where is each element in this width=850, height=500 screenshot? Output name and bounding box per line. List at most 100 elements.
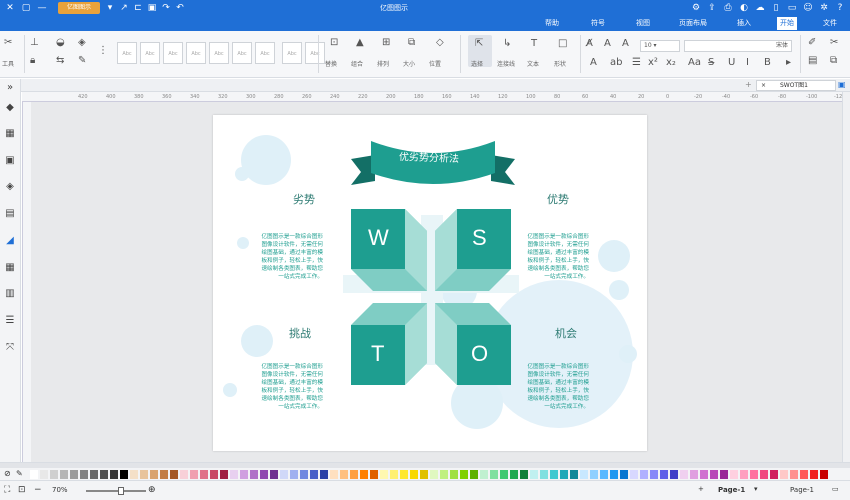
style-preset-1[interactable]: Abc <box>117 42 137 64</box>
color-swatch[interactable] <box>110 470 118 479</box>
document-tab[interactable]: × SWOT图1 <box>756 80 836 91</box>
color-swatch[interactable] <box>540 470 548 479</box>
color-swatch[interactable] <box>670 470 678 479</box>
list-icon[interactable]: ☰ <box>632 57 641 69</box>
zoom-slider[interactable] <box>86 490 146 492</box>
zoom-slider-handle[interactable] <box>118 487 124 495</box>
color-swatch[interactable] <box>510 470 518 479</box>
color-swatch[interactable] <box>420 470 428 479</box>
color-swatch[interactable] <box>250 470 258 479</box>
color-swatch[interactable] <box>240 470 248 479</box>
color-swatch[interactable] <box>470 470 478 479</box>
help-icon[interactable]: ? <box>834 2 846 14</box>
color-swatch[interactable] <box>30 470 38 479</box>
maximize-window-icon[interactable]: ▢ <box>20 2 32 14</box>
page-nav-icon[interactable]: ▾ <box>754 485 758 493</box>
shape-icon[interactable]: □ <box>558 38 567 50</box>
page-tab-active[interactable]: Page-1 <box>718 486 745 494</box>
font-color-icon[interactable]: A <box>590 57 597 69</box>
chart-panel-icon[interactable]: ◢ <box>3 234 17 248</box>
screen-icon[interactable]: ▭ <box>786 2 798 14</box>
add-page-icon[interactable]: + <box>698 485 704 493</box>
minimize-window-icon[interactable]: — <box>36 2 48 14</box>
color-swatch[interactable] <box>120 470 128 479</box>
scissors-icon[interactable]: ✂ <box>4 37 12 49</box>
style-preset-6[interactable]: Abc <box>232 42 252 64</box>
color-swatch[interactable] <box>280 470 288 479</box>
color-swatch[interactable] <box>210 470 218 479</box>
case-icon[interactable]: Aa <box>688 57 701 69</box>
right-scroll-panel[interactable] <box>842 92 850 462</box>
close-tab-icon[interactable]: × <box>761 82 766 89</box>
cut-icon[interactable]: ✂ <box>830 37 838 49</box>
color-swatch[interactable] <box>410 470 418 479</box>
color-swatch[interactable] <box>590 470 598 479</box>
color-swatch[interactable] <box>160 470 168 479</box>
menu-start[interactable]: 开始 <box>777 17 797 30</box>
underline-icon[interactable]: U <box>728 57 735 69</box>
no-fill-icon[interactable]: ⊘ <box>4 469 11 478</box>
collapse-sidebar-icon[interactable]: » <box>3 81 17 95</box>
subscript-icon[interactable]: x₂ <box>666 57 676 69</box>
redo-icon[interactable]: ↷ <box>160 2 172 14</box>
font-size-select[interactable]: 10 ▾ <box>640 40 680 52</box>
share-icon[interactable]: ⇪ <box>706 2 718 14</box>
color-swatch[interactable] <box>550 470 558 479</box>
style-preset-4[interactable]: Abc <box>186 42 206 64</box>
color-swatch[interactable] <box>450 470 458 479</box>
gear-icon[interactable]: ⚙ <box>690 2 702 14</box>
color-swatch[interactable] <box>50 470 58 479</box>
pointer-icon[interactable]: ⇱ <box>475 38 483 50</box>
color-swatch[interactable] <box>620 470 628 479</box>
color-swatch[interactable] <box>580 470 588 479</box>
page-selector[interactable]: Page-1 <box>790 486 814 494</box>
superscript-icon[interactable]: x² <box>648 57 658 69</box>
add-tab-icon[interactable]: + <box>745 80 752 89</box>
page-panel-icon[interactable]: ▤ <box>3 207 17 221</box>
paste-icon[interactable]: ▤ <box>808 55 817 67</box>
color-swatch[interactable] <box>520 470 528 479</box>
export-icon[interactable]: ↗ <box>118 2 130 14</box>
color-swatch[interactable] <box>690 470 698 479</box>
color-swatch[interactable] <box>70 470 78 479</box>
color-swatch[interactable] <box>180 470 188 479</box>
close-window-icon[interactable]: ✕ <box>4 2 16 14</box>
chevron-down-icon[interactable]: ▾ <box>104 2 116 14</box>
color-swatch[interactable] <box>400 470 408 479</box>
eyedropper-icon[interactable]: ✎ <box>16 469 23 478</box>
color-swatch[interactable] <box>480 470 488 479</box>
bold-icon[interactable]: B <box>764 57 771 69</box>
color-swatch[interactable] <box>820 470 828 479</box>
color-swatch[interactable] <box>780 470 788 479</box>
color-swatch[interactable] <box>330 470 338 479</box>
color-swatch[interactable] <box>360 470 368 479</box>
color-swatch[interactable] <box>600 470 608 479</box>
layers-panel-icon[interactable]: ◈ <box>3 180 17 194</box>
color-swatch[interactable] <box>340 470 348 479</box>
format-painter-icon[interactable]: ✐ <box>808 37 816 49</box>
color-swatch[interactable] <box>750 470 758 479</box>
size-icon[interactable]: ⊞ <box>382 37 390 49</box>
color-swatch[interactable] <box>390 470 398 479</box>
color-swatch[interactable] <box>90 470 98 479</box>
color-swatch[interactable] <box>720 470 728 479</box>
color-swatch[interactable] <box>630 470 638 479</box>
color-swatch[interactable] <box>300 470 308 479</box>
page-list-icon[interactable]: ▭ <box>832 485 839 493</box>
group-icon[interactable]: ⧉ <box>408 37 415 49</box>
color-swatch[interactable] <box>150 470 158 479</box>
fill-icon[interactable]: ◒ <box>56 37 65 49</box>
diagram-page[interactable]: 优劣势分析法 优势 劣势 机会 挑战 亿图图示是一款综合图形图像设计软件，无需任… <box>213 115 647 451</box>
layer-icon[interactable]: ◇ <box>436 37 444 49</box>
pen-icon[interactable]: ✎ <box>78 55 86 67</box>
data-panel-icon[interactable]: ▥ <box>3 287 17 301</box>
style-preset-5[interactable]: Abc <box>209 42 229 64</box>
outline-panel-icon[interactable]: ☰ <box>3 314 17 328</box>
menu-help[interactable]: 帮助 <box>542 17 562 30</box>
font-family-select[interactable]: 宋体 <box>684 40 792 52</box>
color-swatch[interactable] <box>530 470 538 479</box>
fill-panel-icon[interactable]: ◆ <box>3 101 17 115</box>
color-swatch[interactable] <box>230 470 238 479</box>
color-swatch[interactable] <box>790 470 798 479</box>
user-icon[interactable]: ☺ <box>802 2 814 14</box>
